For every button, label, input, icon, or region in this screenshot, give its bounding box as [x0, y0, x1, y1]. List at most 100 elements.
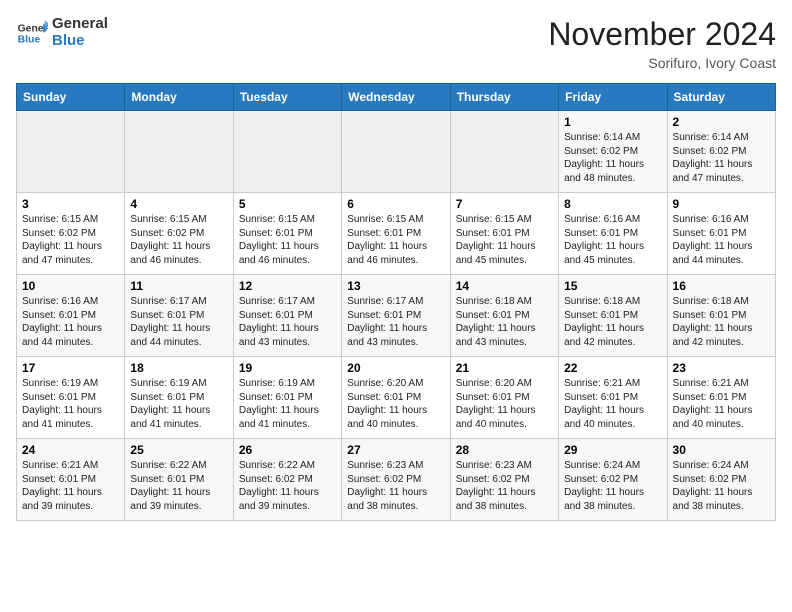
day-cell	[342, 111, 450, 193]
day-info: Sunrise: 6:24 AMSunset: 6:02 PMDaylight:…	[673, 459, 770, 513]
day-number: 12	[239, 279, 336, 293]
week-row-4: 17Sunrise: 6:19 AMSunset: 6:01 PMDayligh…	[17, 357, 776, 439]
day-number: 14	[456, 279, 553, 293]
day-info: Sunrise: 6:17 AMSunset: 6:01 PMDaylight:…	[239, 295, 336, 349]
day-cell: 4 Sunrise: 6:15 AMSunset: 6:02 PMDaylight…	[125, 193, 233, 275]
day-number: 25	[130, 443, 227, 457]
week-row-1: 1 Sunrise: 6:14 AMSunset: 6:02 PMDaylight…	[17, 111, 776, 193]
day-number: 19	[239, 361, 336, 375]
svg-text:Blue: Blue	[18, 34, 41, 45]
day-info: Sunrise: 6:21 AMSunset: 6:01 PMDaylight:…	[673, 377, 770, 431]
day-info: Sunrise: 6:19 AMSunset: 6:01 PMDaylight:…	[22, 377, 119, 431]
day-number: 22	[564, 361, 661, 375]
day-info: Sunrise: 6:21 AMSunset: 6:01 PMDaylight:…	[22, 459, 119, 513]
day-info: Sunrise: 6:18 AMSunset: 6:01 PMDaylight:…	[673, 295, 770, 349]
day-cell: 15Sunrise: 6:18 AMSunset: 6:01 PMDayligh…	[559, 275, 667, 357]
day-cell	[125, 111, 233, 193]
day-number: 24	[22, 443, 119, 457]
day-cell: 28 Sunrise: 6:23 AMSunset: 6:02 PMDayligh…	[450, 439, 558, 521]
day-info: Sunrise: 6:23 AMSunset: 6:02 PMDaylight:…	[347, 459, 444, 513]
day-info: Sunrise: 6:16 AMSunset: 6:01 PMDaylight:…	[564, 213, 661, 267]
day-number: 11	[130, 279, 227, 293]
day-cell: 21 Sunrise: 6:20 AMSunset: 6:01 PMDayligh…	[450, 357, 558, 439]
day-info: Sunrise: 6:19 AMSunset: 6:01 PMDaylight:…	[130, 377, 227, 431]
week-row-3: 10 Sunrise: 6:16 AMSunset: 6:01 PMDayligh…	[17, 275, 776, 357]
title-block: November 2024 Sorifuro, Ivory Coast	[548, 16, 776, 71]
weekday-sunday: Sunday	[17, 84, 125, 111]
day-info: Sunrise: 6:16 AMSunset: 6:01 PMDaylight:…	[22, 295, 119, 349]
day-cell	[17, 111, 125, 193]
day-cell: 6 Sunrise: 6:15 AMSunset: 6:01 PMDaylight…	[342, 193, 450, 275]
day-number: 28	[456, 443, 553, 457]
day-info: Sunrise: 6:18 AMSunset: 6:01 PMDaylight:…	[564, 295, 661, 349]
logo-icon: General Blue	[16, 17, 48, 49]
day-info: Sunrise: 6:15 AMSunset: 6:02 PMDaylight:…	[130, 213, 227, 267]
day-cell: 14 Sunrise: 6:18 AMSunset: 6:01 PMDayligh…	[450, 275, 558, 357]
day-number: 21	[456, 361, 553, 375]
day-number: 10	[22, 279, 119, 293]
logo: General Blue General Blue	[16, 16, 108, 49]
calendar-body: 1 Sunrise: 6:14 AMSunset: 6:02 PMDaylight…	[17, 111, 776, 521]
day-info: Sunrise: 6:15 AMSunset: 6:02 PMDaylight:…	[22, 213, 119, 267]
day-cell: 7Sunrise: 6:15 AMSunset: 6:01 PMDaylight…	[450, 193, 558, 275]
day-cell: 1 Sunrise: 6:14 AMSunset: 6:02 PMDaylight…	[559, 111, 667, 193]
day-number: 18	[130, 361, 227, 375]
day-cell: 2Sunrise: 6:14 AMSunset: 6:02 PMDaylight…	[667, 111, 775, 193]
day-number: 2	[673, 115, 770, 129]
weekday-wednesday: Wednesday	[342, 84, 450, 111]
day-info: Sunrise: 6:14 AMSunset: 6:02 PMDaylight:…	[564, 131, 661, 185]
day-number: 16	[673, 279, 770, 293]
location: Sorifuro, Ivory Coast	[548, 55, 776, 71]
day-info: Sunrise: 6:23 AMSunset: 6:02 PMDaylight:…	[456, 459, 553, 513]
day-cell: 29Sunrise: 6:24 AMSunset: 6:02 PMDayligh…	[559, 439, 667, 521]
day-cell: 30Sunrise: 6:24 AMSunset: 6:02 PMDayligh…	[667, 439, 775, 521]
day-cell: 5 Sunrise: 6:15 AMSunset: 6:01 PMDaylight…	[233, 193, 341, 275]
weekday-tuesday: Tuesday	[233, 84, 341, 111]
day-cell: 9 Sunrise: 6:16 AMSunset: 6:01 PMDaylight…	[667, 193, 775, 275]
day-cell: 10 Sunrise: 6:16 AMSunset: 6:01 PMDayligh…	[17, 275, 125, 357]
day-cell: 25 Sunrise: 6:22 AMSunset: 6:01 PMDayligh…	[125, 439, 233, 521]
day-info: Sunrise: 6:17 AMSunset: 6:01 PMDaylight:…	[347, 295, 444, 349]
day-cell: 16 Sunrise: 6:18 AMSunset: 6:01 PMDayligh…	[667, 275, 775, 357]
day-info: Sunrise: 6:15 AMSunset: 6:01 PMDaylight:…	[347, 213, 444, 267]
day-number: 20	[347, 361, 444, 375]
day-cell: 20Sunrise: 6:20 AMSunset: 6:01 PMDayligh…	[342, 357, 450, 439]
day-cell: 12 Sunrise: 6:17 AMSunset: 6:01 PMDayligh…	[233, 275, 341, 357]
day-cell: 8 Sunrise: 6:16 AMSunset: 6:01 PMDaylight…	[559, 193, 667, 275]
day-number: 27	[347, 443, 444, 457]
day-cell: 23 Sunrise: 6:21 AMSunset: 6:01 PMDayligh…	[667, 357, 775, 439]
weekday-header-row: SundayMondayTuesdayWednesdayThursdayFrid…	[17, 84, 776, 111]
day-info: Sunrise: 6:19 AMSunset: 6:01 PMDaylight:…	[239, 377, 336, 431]
day-number: 4	[130, 197, 227, 211]
day-info: Sunrise: 6:15 AMSunset: 6:01 PMDaylight:…	[239, 213, 336, 267]
month-title: November 2024	[548, 16, 776, 53]
day-info: Sunrise: 6:22 AMSunset: 6:02 PMDaylight:…	[239, 459, 336, 513]
day-number: 5	[239, 197, 336, 211]
page-header: General Blue General Blue November 2024 …	[16, 16, 776, 71]
day-number: 6	[347, 197, 444, 211]
week-row-5: 24 Sunrise: 6:21 AMSunset: 6:01 PMDayligh…	[17, 439, 776, 521]
day-cell: 3Sunrise: 6:15 AMSunset: 6:02 PMDaylight…	[17, 193, 125, 275]
day-number: 13	[347, 279, 444, 293]
day-info: Sunrise: 6:21 AMSunset: 6:01 PMDaylight:…	[564, 377, 661, 431]
day-info: Sunrise: 6:17 AMSunset: 6:01 PMDaylight:…	[130, 295, 227, 349]
day-number: 1	[564, 115, 661, 129]
day-cell	[233, 111, 341, 193]
weekday-saturday: Saturday	[667, 84, 775, 111]
calendar-table: SundayMondayTuesdayWednesdayThursdayFrid…	[16, 83, 776, 521]
day-number: 23	[673, 361, 770, 375]
logo-line1: General	[52, 16, 108, 33]
day-number: 9	[673, 197, 770, 211]
week-row-2: 3Sunrise: 6:15 AMSunset: 6:02 PMDaylight…	[17, 193, 776, 275]
day-info: Sunrise: 6:16 AMSunset: 6:01 PMDaylight:…	[673, 213, 770, 267]
day-info: Sunrise: 6:22 AMSunset: 6:01 PMDaylight:…	[130, 459, 227, 513]
day-cell: 22 Sunrise: 6:21 AMSunset: 6:01 PMDayligh…	[559, 357, 667, 439]
day-info: Sunrise: 6:15 AMSunset: 6:01 PMDaylight:…	[456, 213, 553, 267]
day-cell: 13 Sunrise: 6:17 AMSunset: 6:01 PMDayligh…	[342, 275, 450, 357]
day-cell: 24 Sunrise: 6:21 AMSunset: 6:01 PMDayligh…	[17, 439, 125, 521]
day-info: Sunrise: 6:20 AMSunset: 6:01 PMDaylight:…	[456, 377, 553, 431]
day-info: Sunrise: 6:18 AMSunset: 6:01 PMDaylight:…	[456, 295, 553, 349]
weekday-friday: Friday	[559, 84, 667, 111]
day-cell: 18 Sunrise: 6:19 AMSunset: 6:01 PMDayligh…	[125, 357, 233, 439]
day-number: 8	[564, 197, 661, 211]
